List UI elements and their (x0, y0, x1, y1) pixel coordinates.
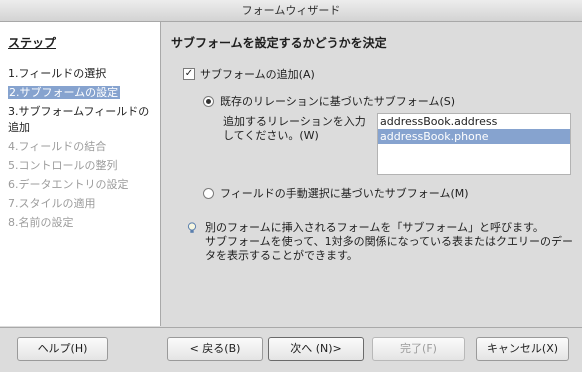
next-button[interactable]: 次へ (N)> (268, 337, 364, 361)
radio-unselected-icon[interactable] (203, 187, 214, 199)
existing-relation-label: 既存のリレーションに基づいたサブフォーム(S) (220, 95, 456, 108)
lightbulb-icon (187, 222, 197, 233)
info-text: 別のフォームに挿入されるフォームを「サブフォーム」と呼びます。 サブフォームを使… (205, 221, 575, 263)
manual-selection-radio[interactable]: フィールドの手動選択に基づいたサブフォーム(M) (203, 185, 469, 201)
button-bar: ヘルプ(H) < 戻る(B) 次へ (N)> 完了(F) キャンセル(X) (0, 327, 582, 372)
add-subform-label: サブフォームの追加(A) (200, 68, 315, 81)
relation-listbox[interactable]: addressBook.address addressBook.phone (377, 113, 571, 175)
step-item-data-entry: 6.データエントリの設定 (8, 178, 129, 191)
step-item-arrange-controls: 5.コントロールの整列 (8, 159, 118, 172)
relation-prompt-label: 追加するリレーションを入力してください。(W) (223, 115, 366, 142)
window-title: フォームウィザード (241, 4, 341, 17)
checkbox-checked-icon[interactable]: ✓ (183, 68, 195, 80)
steps-heading: ステップ (8, 36, 57, 50)
page-title: サブフォームを設定するかどうかを決定 (171, 36, 387, 50)
add-subform-checkbox[interactable]: ✓ サブフォームの追加(A) (183, 66, 315, 82)
info-line: 別のフォームに挿入されるフォームを「サブフォーム」と呼びます。 (205, 221, 544, 234)
relation-option-phone[interactable]: addressBook.phone (378, 129, 570, 144)
step-item-select-fields[interactable]: 1.フィールドの選択 (7, 66, 157, 82)
info-line: タを表示することができます。 (205, 249, 358, 262)
cancel-button[interactable]: キャンセル(X) (476, 337, 569, 361)
steps-panel: ステップ 1.フィールドの選択 2.サブフォームの設定 3.サブフォームフィール… (0, 22, 161, 326)
relation-option-address[interactable]: addressBook.address (378, 114, 570, 129)
step-item-set-name: 8.名前の設定 (8, 216, 74, 229)
finish-button: 完了(F) (372, 337, 465, 361)
step-item-join-fields: 4.フィールドの結合 (8, 140, 107, 153)
content-area: サブフォームを設定するかどうかを決定 ✓ サブフォームの追加(A) 既存のリレー… (161, 22, 582, 326)
help-button[interactable]: ヘルプ(H) (17, 337, 108, 361)
back-button[interactable]: < 戻る(B) (167, 337, 263, 361)
steps-list: 1.フィールドの選択 2.サブフォームの設定 3.サブフォームフィールドの追加 … (7, 66, 157, 234)
window-titlebar: フォームウィザード (0, 0, 582, 22)
manual-selection-label: フィールドの手動選択に基づいたサブフォーム(M) (220, 187, 469, 200)
step-item-add-subform-fields[interactable]: 3.サブフォームフィールドの追加 (7, 104, 157, 136)
info-line: サブフォームを使って、1対多の関係になっている表またはクエリーのデー (205, 235, 574, 248)
radio-selected-icon[interactable] (203, 95, 214, 107)
step-item-apply-styles: 7.スタイルの適用 (8, 197, 96, 210)
step-item-subform-settings[interactable]: 2.サブフォームの設定 (7, 85, 157, 101)
existing-relation-radio[interactable]: 既存のリレーションに基づいたサブフォーム(S) (203, 93, 455, 109)
